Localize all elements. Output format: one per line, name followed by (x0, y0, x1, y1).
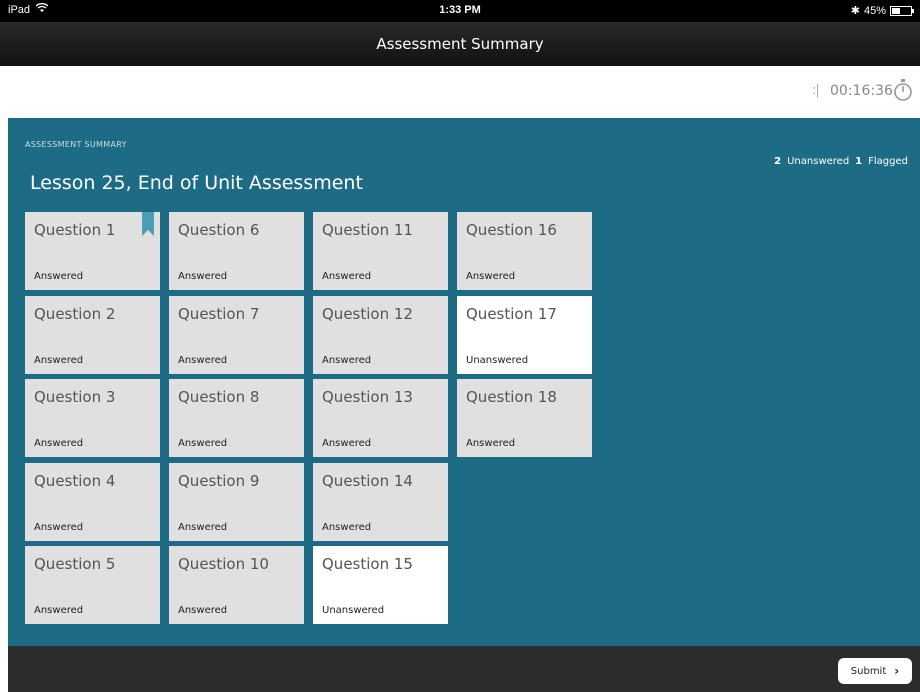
timer-grip-icon[interactable]: :| (812, 83, 820, 98)
flagged-count: 1 (855, 156, 863, 167)
question-tile[interactable]: Question 2 Answered (25, 295, 160, 374)
bluetooth-icon: ✱ (850, 5, 860, 17)
question-tile[interactable]: Question 8 Answered (169, 379, 304, 457)
question-tile[interactable]: Question 11 Answered (313, 212, 448, 290)
question-status: Answered (466, 271, 516, 282)
question-tile[interactable]: Question 9 Answered (169, 462, 304, 541)
question-tile[interactable]: Question 17 Unanswered (457, 295, 592, 374)
timer-display: 00:16:36 (830, 83, 893, 99)
question-title: Question 4 (34, 471, 116, 490)
question-title: Question 9 (178, 471, 260, 490)
nav-bar: Assessment Summary (0, 22, 920, 66)
question-title: Question 15 (322, 555, 413, 573)
battery-icon (890, 5, 914, 16)
question-title: Question 10 (178, 555, 269, 573)
battery-percent: 45% (863, 4, 886, 17)
question-title: Question 13 (322, 388, 413, 406)
timer-row: :| 00:16:36 (0, 66, 920, 118)
unanswered-count: 2 (774, 156, 782, 167)
unanswered-label: Unanswered (787, 156, 850, 167)
question-tile[interactable]: Question 4 Answered (25, 462, 160, 541)
question-status: Answered (466, 438, 516, 449)
question-tile[interactable]: Question 1 Answered (25, 212, 160, 290)
question-status: Answered (34, 438, 84, 449)
question-tile[interactable]: Question 15 Unanswered (313, 546, 448, 624)
question-tile[interactable]: Question 10 Answered (169, 546, 304, 624)
question-tile[interactable]: Question 5 Answered (25, 546, 160, 624)
question-status: Answered (34, 521, 84, 533)
question-status: Answered (34, 354, 84, 366)
page-title: Lesson 25, End of Unit Assessment (30, 172, 363, 194)
question-tile[interactable]: Question 14 Answered (313, 462, 448, 541)
question-status: Answered (178, 354, 228, 366)
question-title: Question 3 (34, 388, 116, 406)
question-tile[interactable]: Question 3 Answered (25, 379, 160, 457)
question-title: Question 14 (322, 471, 413, 490)
battery-level-fill (892, 7, 901, 14)
question-status: Answered (178, 521, 228, 533)
question-tile[interactable]: Question 16 Answered (457, 212, 592, 290)
question-status: Answered (178, 271, 228, 282)
question-title: Question 8 (178, 388, 260, 406)
question-status: Unanswered (466, 354, 529, 366)
question-status: Unanswered (322, 605, 385, 616)
question-status: Answered (322, 354, 372, 366)
question-title: Question 6 (178, 221, 260, 239)
question-status: Answered (34, 605, 84, 616)
question-status: Answered (322, 271, 372, 282)
flagged-label: Flagged (868, 156, 908, 167)
submit-button[interactable]: Submit › (838, 658, 912, 684)
question-title: Question 18 (466, 388, 557, 406)
question-title: Question 11 (322, 221, 413, 239)
chevron-right-icon: › (894, 664, 900, 678)
question-title: Question 12 (322, 304, 413, 323)
question-tile[interactable]: Question 6 Answered (169, 212, 304, 290)
question-title: Question 17 (466, 304, 557, 323)
question-status: Answered (178, 605, 228, 616)
question-status: Answered (34, 271, 84, 282)
question-tile[interactable]: Question 12 Answered (313, 295, 448, 374)
status-time: 1:33 PM (439, 4, 481, 16)
question-grid: Question 1 Answered Question 2 Answered Ques… (25, 212, 605, 632)
bookmark-flag-icon (142, 212, 154, 236)
question-tile[interactable]: Question 13 Answered (313, 379, 448, 457)
question-title: Question 1 (34, 221, 116, 239)
question-status: Answered (322, 521, 372, 533)
assessment-summary-panel: ASSESSMENT SUMMARY Lesson 25, End of Uni… (8, 118, 920, 646)
nav-title: Assessment Summary (376, 35, 544, 53)
submit-label: Submit (850, 665, 887, 677)
stopwatch-icon[interactable] (893, 79, 913, 101)
question-status: Answered (178, 438, 228, 449)
question-tile[interactable]: Question 7 Answered (169, 295, 304, 374)
footer-bar: Submit › (8, 646, 920, 692)
section-label: ASSESSMENT SUMMARY (25, 140, 127, 149)
question-title: Question 2 (34, 304, 116, 323)
answer-counts: 2 Unanswered 1 Flagged (774, 156, 908, 167)
question-title: Question 5 (34, 555, 116, 573)
question-status: Answered (322, 438, 372, 449)
question-title: Question 16 (466, 221, 557, 239)
question-title: Question 7 (178, 304, 260, 323)
status-bar: iPad 1:33 PM ✱ 45% (0, 0, 920, 22)
question-tile[interactable]: Question 18 Answered (457, 379, 592, 457)
